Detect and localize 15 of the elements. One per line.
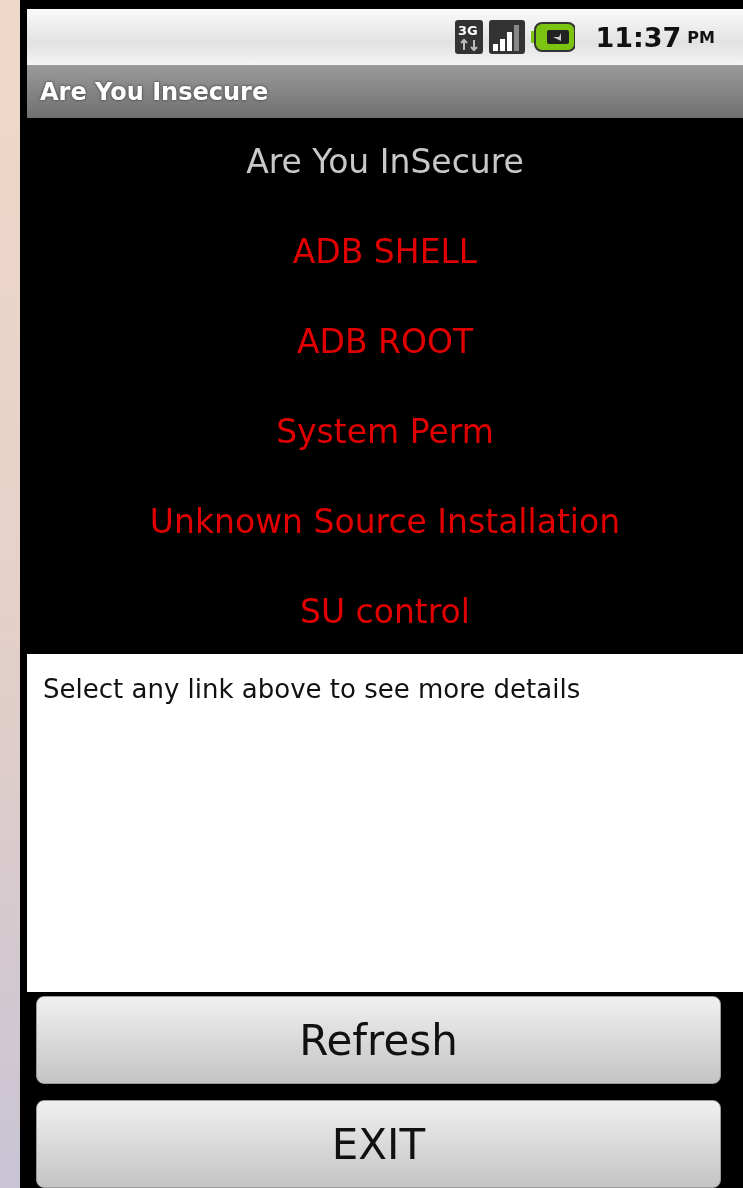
heading: Are You InSecure: [246, 141, 524, 183]
details-text: Select any link above to see more details: [43, 674, 581, 704]
detail-link[interactable]: ADB SHELL: [292, 230, 478, 274]
action-button[interactable]: EXIT: [36, 1100, 721, 1188]
clock-time: 11:37: [595, 21, 682, 53]
detail-link[interactable]: SU control: [300, 590, 470, 634]
detail-link[interactable]: Unknown Source Installation: [149, 500, 621, 544]
detail-link[interactable]: ADB ROOT: [296, 320, 474, 364]
action-button[interactable]: Refresh: [36, 996, 721, 1084]
clock-ampm: PM: [687, 27, 715, 47]
app-title: Are You Insecure: [40, 77, 269, 106]
network-3g-icon: 3G: [455, 20, 484, 54]
detail-link[interactable]: System Perm: [276, 410, 494, 454]
battery-charging-icon: [531, 22, 576, 52]
signal-icon: [489, 20, 526, 54]
